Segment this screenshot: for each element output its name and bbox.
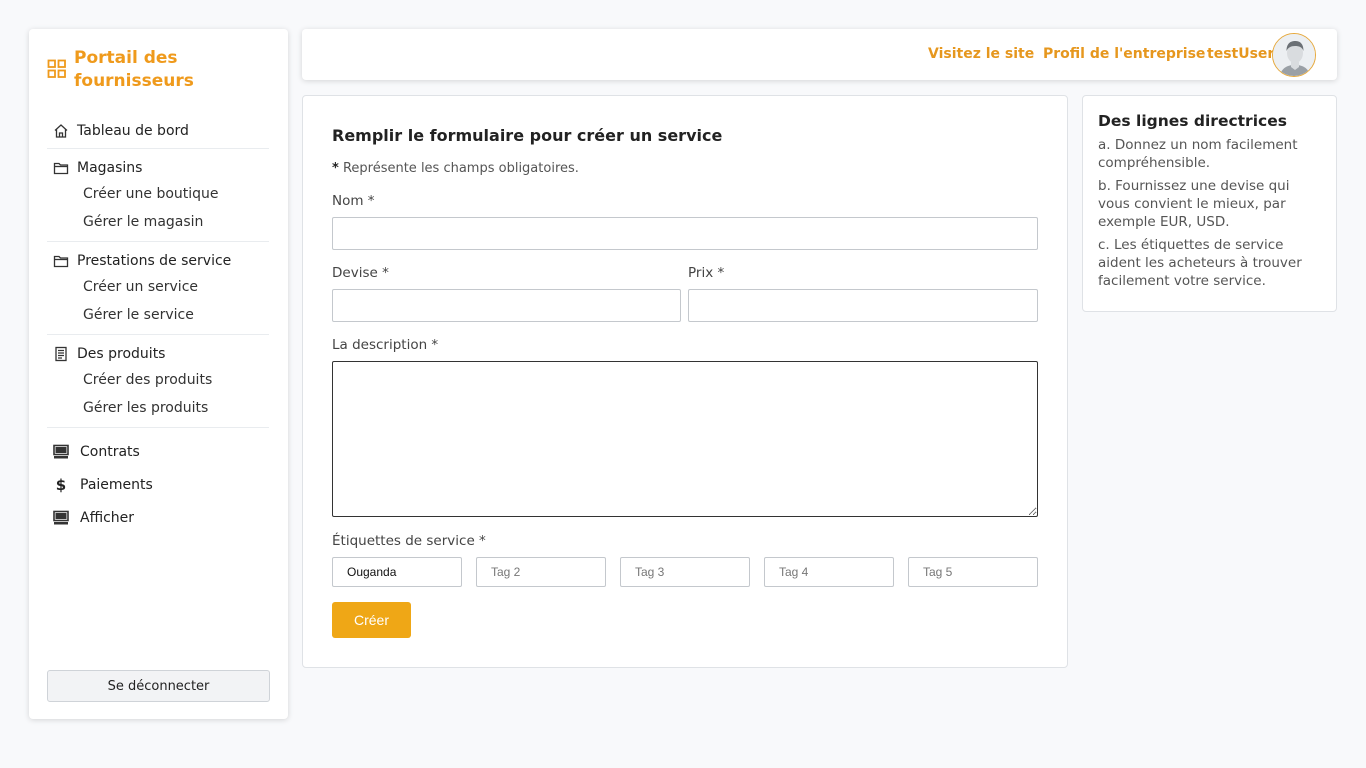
sidebar-item-label: Tableau de bord <box>77 123 189 139</box>
sidebar-item-label: Des produits <box>77 346 166 362</box>
user-avatar-icon <box>1273 34 1315 76</box>
sidebar-item-contracts[interactable]: Contrats <box>47 435 269 468</box>
folder-icon <box>53 253 69 269</box>
required-note-text: Représente les champs obligatoires. <box>338 161 579 176</box>
terminal-icon <box>53 510 69 526</box>
nav-group-products: Des produits Créer des produits Gérer le… <box>47 342 269 428</box>
tag-1-field[interactable] <box>332 557 462 587</box>
guideline-item: a. Donnez un nom facilement compréhensib… <box>1098 137 1298 171</box>
price-field[interactable] <box>688 289 1038 322</box>
tags-label: Étiquettes de service * <box>332 533 486 549</box>
create-button[interactable]: Créer <box>332 602 411 638</box>
sidebar-item-services[interactable]: Prestations de service <box>47 249 269 273</box>
company-profile-link[interactable]: Profil de l'entreprise <box>1043 46 1205 62</box>
required-note: * Représente les champs obligatoires. <box>332 161 579 176</box>
tag-2-field[interactable] <box>476 557 606 587</box>
tag-5-field[interactable] <box>908 557 1038 587</box>
sidebar-item-label: Prestations de service <box>77 253 232 269</box>
nav-group-dashboard: Tableau de bord <box>47 119 269 149</box>
sidebar-item-label: Afficher <box>80 509 135 526</box>
description-label: La description * <box>332 337 439 353</box>
name-field[interactable] <box>332 217 1038 250</box>
sidebar-subitem-manage-shop[interactable]: Gérer le magasin <box>47 208 269 236</box>
sidebar-item-dashboard[interactable]: Tableau de bord <box>47 119 269 143</box>
currency-label: Devise * <box>332 265 389 281</box>
folder-icon <box>53 160 69 176</box>
sidebar: Portail des fournisseurs Tableau de bord <box>29 29 288 719</box>
nav-group-services: Prestations de service Créer un service … <box>47 249 269 335</box>
visit-site-link[interactable]: Visitez le site <box>928 46 1034 62</box>
username-link[interactable]: testUser <box>1207 46 1274 62</box>
sidebar-item-stores[interactable]: Magasins <box>47 156 269 180</box>
home-icon <box>53 123 69 139</box>
receipt-icon <box>53 346 69 362</box>
sidebar-subitem-manage-products[interactable]: Gérer les produits <box>47 394 269 422</box>
form-title: Remplir le formulaire pour créer un serv… <box>332 126 723 145</box>
sidebar-item-label: Contrats <box>80 443 140 460</box>
guidelines-panel: Des lignes directrices a. Donnez un nom … <box>1082 95 1337 312</box>
description-textarea[interactable] <box>332 361 1038 517</box>
sidebar-subitem-create-service[interactable]: Créer un service <box>47 273 269 301</box>
guideline-item: c. Les étiquettes de service aident les … <box>1098 237 1302 289</box>
sidebar-subitem-create-products[interactable]: Créer des produits <box>47 366 269 394</box>
price-label: Prix * <box>688 265 725 281</box>
brand-title: Portail des fournisseurs <box>74 48 194 91</box>
sidebar-item-label: Magasins <box>77 160 143 176</box>
brand[interactable]: Portail des fournisseurs <box>47 47 267 93</box>
avatar[interactable] <box>1272 33 1316 77</box>
guideline-item: b. Fournissez une devise qui vous convie… <box>1098 178 1290 230</box>
name-label: Nom * <box>332 193 375 209</box>
sidebar-nav: Tableau de bord Magasins Créer une bouti… <box>47 119 269 534</box>
tag-4-field[interactable] <box>764 557 894 587</box>
dollar-icon: $ <box>55 475 67 494</box>
sidebar-subitem-manage-service[interactable]: Gérer le service <box>47 301 269 329</box>
sidebar-item-display[interactable]: Afficher <box>47 501 269 534</box>
tag-3-field[interactable] <box>620 557 750 587</box>
currency-field[interactable] <box>332 289 681 322</box>
nav-group-stores: Magasins Créer une boutique Gérer le mag… <box>47 156 269 242</box>
sidebar-item-payments[interactable]: $ Paiements <box>47 468 269 501</box>
grid-icon <box>47 59 67 79</box>
create-service-form: Remplir le formulaire pour créer un serv… <box>302 95 1068 668</box>
sidebar-item-products[interactable]: Des produits <box>47 342 269 366</box>
required-star: * <box>332 161 339 176</box>
guidelines-title: Des lignes directrices <box>1098 112 1287 130</box>
top-bar: Visitez le site Profil de l'entreprise t… <box>302 29 1337 80</box>
nav-group-contracts: Contrats $ Paiements Afficher <box>47 435 269 534</box>
logout-button[interactable]: Se déconnecter <box>47 670 270 702</box>
sidebar-item-label: Paiements <box>80 476 153 493</box>
terminal-icon <box>53 444 69 460</box>
sidebar-subitem-create-shop[interactable]: Créer une boutique <box>47 180 269 208</box>
